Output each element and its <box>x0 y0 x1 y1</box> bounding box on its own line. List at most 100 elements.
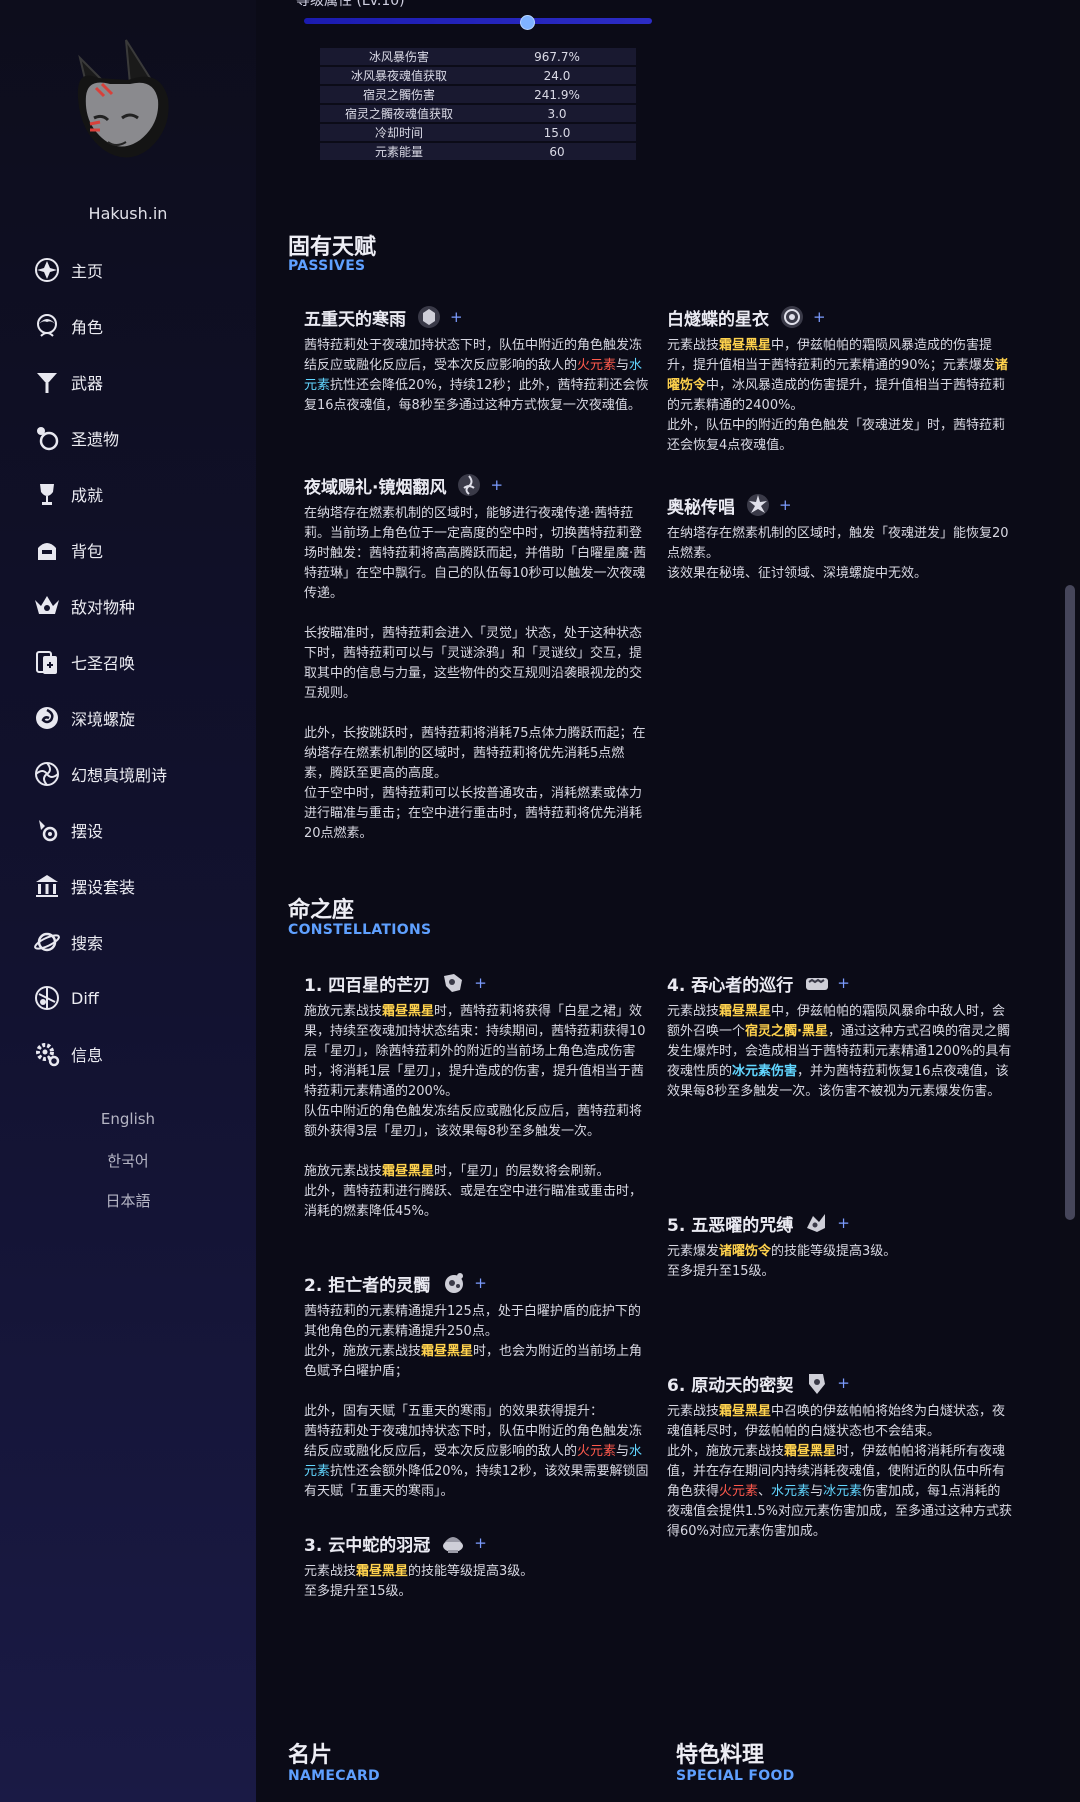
constellation-card: 1. 四百星的芒刃 + 施放元素战技霜昼黑星时，茜特菈莉将获得「白星之裙」效果，持续… <box>304 968 650 1222</box>
constellation-name: 6. 原动天的密契 <box>667 1375 794 1396</box>
constellation-description: 元素爆发诸曜饬令的技能等级提高3级。 至多提升至15级。 <box>667 1244 897 1279</box>
constellation-description: 元素战技霜昼黑星中，伊兹帕帕的霜陨风暴命中敌人时，会额外召唤一个宿灵之髑·黑星，… <box>667 1004 1012 1099</box>
keyword-highlight: 霜昼黑星 <box>421 1344 474 1359</box>
sidebar-item-achievement[interactable]: 成就 <box>33 479 103 509</box>
sidebar-item-label: 深境螺旋 <box>71 710 136 729</box>
card-header: 五重天的寒雨 + <box>304 302 650 332</box>
constellation-name: 4. 吞心者的巡行 <box>667 975 794 996</box>
expand-plus-icon[interactable]: + <box>450 308 463 326</box>
keyword-highlight: 霜昼黑星 <box>356 1564 409 1579</box>
card-header: 夜域赐礼·镜烟翻风 + <box>304 470 650 500</box>
constellation-card: 5. 五恶曜的咒缚 + 元素爆发诸曜饬令的技能等级提高3级。 至多提升至15级。 <box>667 1208 1013 1282</box>
expand-plus-icon[interactable]: + <box>490 476 503 494</box>
scrollbar-thumb[interactable] <box>1065 585 1075 1220</box>
scrollbar[interactable] <box>1060 0 1080 1802</box>
passive-card: 白燧蝶的星衣 + 元素战技霜昼黑星中，伊兹帕帕的霜陨风暴造成的伤害提升，提升值相当于… <box>667 302 1013 456</box>
constellation-description: 元素战技霜昼黑星的技能等级提高3级。 至多提升至15级。 <box>304 1564 534 1599</box>
passive-card: 五重天的寒雨 + 茜特菈莉处于夜魂加持状态下时，队伍中附近的角色触发冻结反应或融化反… <box>304 302 650 416</box>
sidebar-item-tcg[interactable]: 七圣召唤 <box>33 647 135 677</box>
constellation-name: 3. 云中蛇的羽冠 <box>304 1535 431 1556</box>
keyword-highlight: 霜昼黑星 <box>382 1164 435 1179</box>
keyword-highlight: 火元素 <box>719 1484 759 1499</box>
site-name[interactable]: Hakush.in <box>0 204 256 223</box>
keyword-highlight: 霜昼黑星 <box>382 1004 435 1019</box>
stat-row: 冰风暴伤害 967.7% <box>320 48 636 65</box>
character-icon <box>33 312 61 340</box>
sidebar-item-theater[interactable]: 幻想真境剧诗 <box>33 759 167 789</box>
lang-english[interactable]: English <box>0 1110 256 1128</box>
keyword-highlight: 冰元素 <box>823 1484 863 1499</box>
keyword-highlight: 霜昼黑星 <box>719 1004 772 1019</box>
sidebar-item-diff[interactable]: Diff <box>33 983 99 1013</box>
keyword-highlight: 火元素 <box>577 1444 617 1459</box>
keyword-highlight: 火元素 <box>577 358 617 373</box>
sidebar-item-bag[interactable]: 背包 <box>33 535 103 565</box>
card-header: 3. 云中蛇的羽冠 + <box>304 1528 650 1558</box>
namecard-title: 名片 <box>288 1743 333 1768</box>
sidebar-item-info[interactable]: 信息 <box>33 1039 103 1069</box>
lang-japanese[interactable]: 日本語 <box>0 1190 256 1211</box>
stat-name: 冰风暴伤害 <box>320 48 478 65</box>
expand-plus-icon[interactable]: + <box>813 308 826 326</box>
card-header: 4. 吞心者的巡行 + <box>667 968 1013 998</box>
expand-plus-icon[interactable]: + <box>779 496 792 514</box>
passive-name: 白燧蝶的星衣 <box>667 309 769 330</box>
sidebar-item-abyss[interactable]: 深境螺旋 <box>33 703 135 733</box>
skill-level-slider[interactable] <box>304 18 652 24</box>
sidebar-item-label: 幻想真境剧诗 <box>71 766 168 785</box>
stat-row: 冰风暴夜魂值获取 24.0 <box>320 67 636 84</box>
constellation-name: 5. 五恶曜的咒缚 <box>667 1215 794 1236</box>
sidebar-item-monster[interactable]: 敌对物种 <box>33 591 135 621</box>
const-5-icon <box>803 1210 829 1236</box>
constellation-description: 元素战技霜昼黑星中召唤的伊兹帕帕将始终为白燧状态，夜魂值耗尽时，伊兹帕帕的白燧状… <box>667 1404 1013 1539</box>
keyword-highlight: 诸曜饬令 <box>667 358 1008 393</box>
constellation-name: 1. 四百星的芒刃 <box>304 975 431 996</box>
expand-plus-icon[interactable]: + <box>474 1534 487 1552</box>
constellation-description: 茜特菈莉的元素精通提升125点，处于白曜护盾的庇护下的其他角色的元素精通提升25… <box>304 1304 649 1499</box>
achievement-icon <box>33 480 61 508</box>
stat-name: 元素能量 <box>320 143 478 160</box>
passive-name: 夜域赐礼·镜烟翻风 <box>304 477 447 498</box>
monster-icon <box>33 592 61 620</box>
stat-name: 冷却时间 <box>320 124 478 141</box>
expand-plus-icon[interactable]: + <box>837 1374 850 1392</box>
lang-korean[interactable]: 한국어 <box>0 1150 256 1171</box>
passive-description: 在纳塔存在燃素机制的区域时，能够进行夜魂传递·茜特菈莉。当前场上角色位于一定高度… <box>304 506 647 841</box>
expand-plus-icon[interactable]: + <box>474 1274 487 1292</box>
const-1-icon <box>440 970 466 996</box>
furnishing-icon <box>33 816 61 844</box>
expand-plus-icon[interactable]: + <box>837 1214 850 1232</box>
furnishing-set-icon <box>33 872 61 900</box>
sidebar-item-home[interactable]: 主页 <box>33 255 103 285</box>
sidebar-item-artifact[interactable]: 圣遗物 <box>33 423 119 453</box>
card-header: 2. 拒亡者的灵髑 + <box>304 1268 650 1298</box>
search-icon <box>33 928 61 956</box>
card-header: 白燧蝶的星衣 + <box>667 302 1013 332</box>
passive-card: 奥秘传唱 + 在纳塔存在燃素机制的区域时，触发「夜魂迸发」能恢复20点燃素。 该效果在… <box>667 490 1013 584</box>
constellation-name: 2. 拒亡者的灵髑 <box>304 1275 431 1296</box>
keyword-highlight: 霜昼黑星 <box>719 1404 772 1419</box>
sidebar-item-furnishing-set[interactable]: 摆设套装 <box>33 871 135 901</box>
fox-mask-logo[interactable] <box>68 38 180 170</box>
stat-row: 宿灵之髑夜魂值获取 3.0 <box>320 105 636 122</box>
sidebar-item-search[interactable]: 搜索 <box>33 927 103 957</box>
passive-rain-icon <box>416 304 442 330</box>
passives-title: 固有天赋 <box>288 235 377 260</box>
special-food-subtitle: SPECIAL FOOD <box>676 1768 795 1784</box>
sidebar-item-furnishing[interactable]: 摆设 <box>33 815 103 845</box>
card-header: 1. 四百星的芒刃 + <box>304 968 650 998</box>
skill-level-label: 等级属性 (Lv.10) <box>296 0 405 9</box>
main-content: 等级属性 (Lv.10) 冰风暴伤害 967.7% 冰风暴夜魂值获取 24.0 宿灵之髑… <box>256 0 1060 1802</box>
passive-description: 元素战技霜昼黑星中，伊兹帕帕的霜陨风暴造成的伤害提升，提升值相当于茜特菈莉的元素… <box>667 338 1008 453</box>
slider-thumb[interactable] <box>520 15 536 30</box>
sidebar-item-weapon[interactable]: 武器 <box>33 367 103 397</box>
artifact-icon <box>33 424 61 452</box>
expand-plus-icon[interactable]: + <box>474 974 487 992</box>
stat-value: 967.7% <box>478 48 636 65</box>
stat-value: 241.9% <box>478 86 636 103</box>
passive-description: 在纳塔存在燃素机制的区域时，触发「夜魂迸发」能恢复20点燃素。 该效果在秘境、征讨… <box>667 526 1009 581</box>
expand-plus-icon[interactable]: + <box>837 974 850 992</box>
sidebar-item-character[interactable]: 角色 <box>33 311 103 341</box>
sidebar-item-label: 圣遗物 <box>71 430 120 449</box>
keyword-highlight: 宿灵之髑·黑星 <box>745 1024 828 1039</box>
